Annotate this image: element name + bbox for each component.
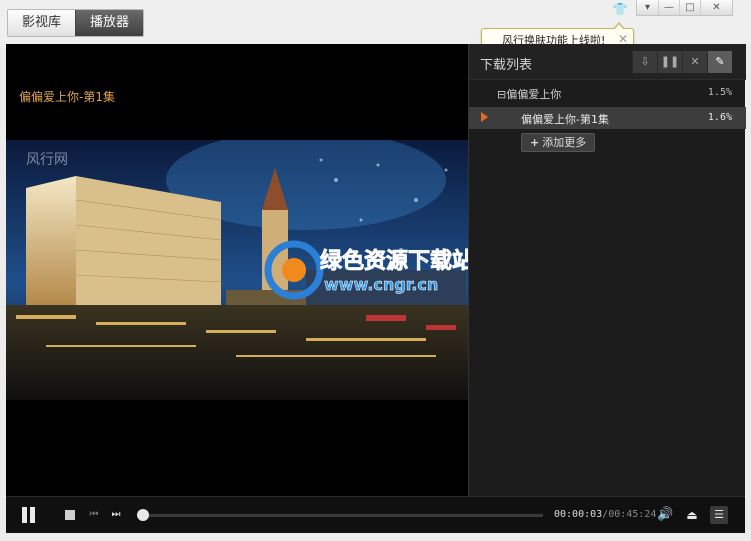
download-icon[interactable]: ⇩ bbox=[632, 51, 657, 73]
volume-icon[interactable]: 🔊 bbox=[657, 507, 673, 523]
download-group-label: ⊟偏偏爱上你 bbox=[497, 86, 561, 102]
clean-brush-icon[interactable]: ✎ bbox=[707, 51, 732, 73]
pause-icon[interactable]: ❚❚ bbox=[657, 51, 682, 73]
next-icon[interactable]: ⏭ bbox=[110, 509, 122, 521]
tab-player[interactable]: 播放器 bbox=[75, 10, 144, 36]
video-frame-image: 风行网 绿色资源下载站 www.cngr.cn bbox=[6, 140, 468, 400]
playlist-icon[interactable]: ☰ bbox=[710, 506, 728, 524]
video-area[interactable]: 偏偏爱上你-第1集 风行网 绿色资源下载站 www.cngr.cn bbox=[6, 44, 468, 496]
maximize-icon[interactable]: □ bbox=[679, 0, 700, 15]
close-icon[interactable]: ✕ bbox=[700, 0, 732, 15]
plus-icon: + bbox=[530, 136, 540, 149]
player: 偏偏爱上你-第1集 风行网 绿色资源下载站 www.cngr.cn 下载列表 ⇩… bbox=[6, 44, 746, 496]
total-time: /00:45:24 bbox=[602, 509, 657, 520]
overlay-url-text: www.cngr.cn bbox=[324, 275, 438, 294]
add-more-button[interactable]: + 添加更多 bbox=[521, 133, 596, 152]
dropdown-icon[interactable]: ▾ bbox=[637, 0, 658, 15]
tshirt-icon[interactable]: 👕 bbox=[611, 2, 629, 16]
download-panel: 下载列表 ⇩ ❚❚ ✕ ✎ ⊟偏偏爱上你 1.5% 偏偏爱上你-第1集 1.6%… bbox=[468, 44, 746, 496]
top-bar: 影视库 播放器 👕 ▾ — □ ✕ 风行换肤功能上线啦! ✕ bbox=[0, 0, 751, 53]
control-bar: ⏮ ⏭ 00:00:03/00:45:24 🔊 ⏏ ☰ bbox=[6, 496, 745, 533]
download-panel-header: 下载列表 ⇩ ❚❚ ✕ ✎ bbox=[469, 44, 746, 80]
previous-icon[interactable]: ⏮ bbox=[88, 509, 100, 521]
download-item-progress: 1.6% bbox=[707, 112, 732, 123]
download-item-row[interactable]: 偏偏爱上你-第1集 1.6% bbox=[469, 107, 746, 129]
current-time: 00:00:03 bbox=[554, 509, 603, 520]
download-toolbar: ⇩ ❚❚ ✕ ✎ bbox=[632, 51, 732, 73]
download-group-progress: 1.5% bbox=[707, 87, 732, 98]
video-watermark: 风行网 bbox=[26, 152, 68, 168]
minimize-icon[interactable]: — bbox=[658, 0, 679, 15]
time-display: 00:00:03/00:45:24 bbox=[554, 509, 656, 520]
download-group-row[interactable]: ⊟偏偏爱上你 1.5% bbox=[469, 81, 746, 105]
add-more-label: 添加更多 bbox=[542, 136, 587, 149]
download-panel-title: 下载列表 bbox=[480, 58, 533, 73]
collapse-toggle-icon[interactable]: ⊟ bbox=[497, 88, 506, 101]
window-controls: ▾ — □ ✕ bbox=[636, 0, 733, 16]
stop-button[interactable] bbox=[65, 510, 75, 520]
playing-indicator-icon bbox=[481, 112, 488, 122]
pause-button[interactable] bbox=[21, 507, 37, 523]
eject-icon[interactable]: ⏏ bbox=[684, 507, 700, 523]
download-group-name: 偏偏爱上你 bbox=[506, 88, 562, 101]
seek-handle[interactable] bbox=[137, 509, 149, 521]
download-item-label: 偏偏爱上你-第1集 bbox=[521, 113, 609, 126]
tab-library[interactable]: 影视库 bbox=[8, 10, 76, 36]
video-frame[interactable]: 风行网 绿色资源下载站 www.cngr.cn bbox=[6, 140, 468, 400]
delete-icon[interactable]: ✕ bbox=[682, 51, 707, 73]
main-tabs: 影视库 播放器 bbox=[7, 9, 145, 37]
video-title: 偏偏爱上你-第1集 bbox=[19, 90, 115, 104]
seek-bar[interactable] bbox=[143, 514, 543, 517]
overlay-logo-text: 绿色资源下载站 bbox=[320, 248, 468, 274]
